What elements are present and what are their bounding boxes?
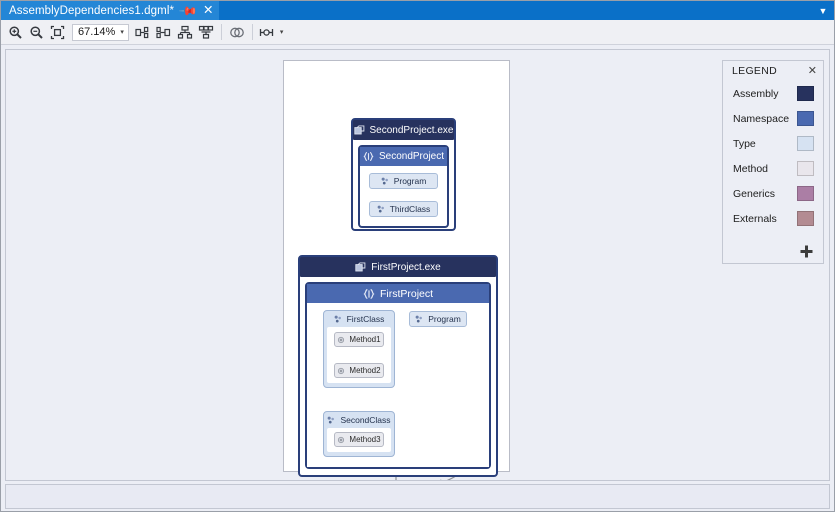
assembly-header: SecondProject.exe [353, 120, 454, 140]
legend-item-label: Method [733, 162, 769, 175]
node-assembly-secondproject[interactable]: SecondProject.exe SecondProject Program … [351, 118, 456, 231]
legend-swatch-assembly[interactable] [797, 86, 814, 101]
legend-item-label: Namespace [733, 112, 790, 125]
close-icon[interactable]: ✕ [203, 4, 213, 17]
bottom-panel [5, 484, 830, 509]
legend-swatch-method[interactable] [797, 161, 814, 176]
assembly-body: FirstProject FirstClass Method1 Method2 … [300, 277, 496, 474]
namespace-header: FirstProject [307, 284, 489, 303]
node-method-method3[interactable]: Method3 [334, 432, 384, 447]
tab-label: AssemblyDependencies1.dgml* [9, 4, 175, 17]
method-icon [338, 367, 345, 374]
legend-item-label: Externals [733, 212, 777, 225]
node-type-program-first[interactable]: Program [409, 311, 467, 327]
tab-strip-empty [218, 1, 812, 20]
legend-item-label: Assembly [733, 87, 779, 100]
assembly-icon [353, 124, 364, 134]
legend-title: LEGEND [732, 65, 777, 77]
layout-left-right-icon[interactable] [133, 22, 153, 42]
layout-top-down-icon[interactable] [175, 22, 195, 42]
node-method-method2[interactable]: Method2 [334, 363, 384, 378]
zoom-level-combobox[interactable]: 67.14% ▾ [72, 23, 129, 41]
type-icon [334, 315, 341, 322]
dgml-editor-window: AssemblyDependencies1.dgml* 📌 ✕ ▼ 67.14%… [0, 0, 835, 512]
node-type-program-second[interactable]: Program [369, 173, 438, 189]
assembly-body: SecondProject Program ThirdClass [353, 140, 454, 233]
namespace-body: FirstClass Method1 Method2 SecondClass M… [307, 303, 489, 467]
legend-item-method[interactable]: Method [723, 156, 823, 181]
node-type-secondclass[interactable]: SecondClass Method3 [323, 411, 395, 457]
namespace-label: SecondProject [378, 151, 445, 162]
node-type-thirdclass[interactable]: ThirdClass [369, 201, 438, 217]
diagram-canvas[interactable]: SecondProject.exe SecondProject Program … [5, 49, 830, 481]
legend-swatch-namespace[interactable] [797, 111, 814, 126]
node-namespace-secondproject[interactable]: SecondProject Program ThirdClass [358, 145, 449, 228]
type-body: Method1 Method2 [327, 327, 391, 383]
assembly-icon [355, 261, 366, 271]
type-header: SecondClass [324, 412, 394, 428]
pin-icon[interactable]: 📌 [178, 0, 198, 20]
fit-to-window-icon[interactable] [47, 22, 67, 42]
legend-header: LEGEND ✕ [723, 61, 823, 81]
type-label: Program [428, 314, 461, 324]
type-label: FirstClass [346, 314, 385, 324]
legend-item-type[interactable]: Type [723, 131, 823, 156]
legend-item-generics[interactable]: Generics [723, 181, 823, 206]
zoom-in-icon[interactable] [5, 22, 25, 42]
assembly-header: FirstProject.exe [300, 257, 496, 277]
node-namespace-firstproject[interactable]: FirstProject FirstClass Method1 Method2 … [305, 282, 491, 469]
legend-item-externals[interactable]: Externals [723, 206, 823, 231]
method-label: Method2 [349, 366, 381, 375]
neighborhood-icon[interactable] [258, 22, 278, 42]
type-label: Program [393, 176, 427, 186]
namespace-label: FirstProject [379, 287, 434, 300]
node-assembly-firstproject[interactable]: FirstProject.exe FirstProject FirstClass… [298, 255, 498, 477]
type-header: FirstClass [324, 311, 394, 327]
plus-icon[interactable] [796, 241, 816, 261]
legend-swatch-generics[interactable] [797, 186, 814, 201]
namespace-header: SecondProject [360, 147, 447, 166]
method-label: Method1 [349, 335, 381, 344]
legend-item-assembly[interactable]: Assembly [723, 81, 823, 106]
legend-swatch-type[interactable] [797, 136, 814, 151]
chevron-down-icon[interactable]: ▾ [280, 28, 284, 36]
namespace-icon [363, 151, 374, 162]
legend-swatch-externals[interactable] [797, 211, 814, 226]
toolbar-separator [220, 24, 222, 40]
zoom-level-value: 67.14% [78, 26, 116, 38]
legend-item-namespace[interactable]: Namespace [723, 106, 823, 131]
diagram-toolbar: 67.14% ▾ ▾ [1, 20, 834, 45]
legend-panel: LEGEND ✕ Assembly Namespace Type Method … [722, 60, 824, 264]
close-icon[interactable]: ✕ [808, 65, 817, 77]
namespace-body: Program ThirdClass [360, 166, 447, 224]
legend-item-label: Generics [733, 187, 776, 200]
method-icon [338, 436, 345, 443]
chevron-down-icon[interactable]: ▾ [118, 28, 126, 36]
tab-strip: AssemblyDependencies1.dgml* 📌 ✕ ▼ [1, 0, 834, 21]
node-method-method1[interactable]: Method1 [334, 332, 384, 347]
method-icon [338, 336, 345, 343]
type-icon [415, 315, 423, 322]
method-label: Method3 [349, 435, 381, 444]
assembly-label: FirstProject.exe [371, 261, 441, 273]
layout-right-left-icon[interactable] [154, 22, 174, 42]
type-icon [381, 177, 388, 184]
node-type-firstclass[interactable]: FirstClass Method1 Method2 [323, 310, 395, 388]
zoom-out-icon[interactable] [26, 22, 46, 42]
type-label: ThirdClass [389, 204, 431, 214]
type-body: Method3 [327, 428, 391, 452]
legend-item-label: Type [733, 137, 756, 150]
type-label: SecondClass [340, 415, 391, 425]
group-venn-icon[interactable] [227, 22, 247, 42]
tab-assembly-dependencies[interactable]: AssemblyDependencies1.dgml* 📌 ✕ [1, 0, 219, 21]
layout-bottom-up-icon[interactable] [196, 22, 216, 42]
type-icon [328, 416, 335, 423]
chevron-down-icon[interactable]: ▼ [812, 1, 834, 20]
assembly-label: SecondProject.exe [369, 124, 454, 136]
toolbar-separator [251, 24, 253, 40]
namespace-icon [363, 288, 375, 299]
type-icon [377, 205, 384, 212]
